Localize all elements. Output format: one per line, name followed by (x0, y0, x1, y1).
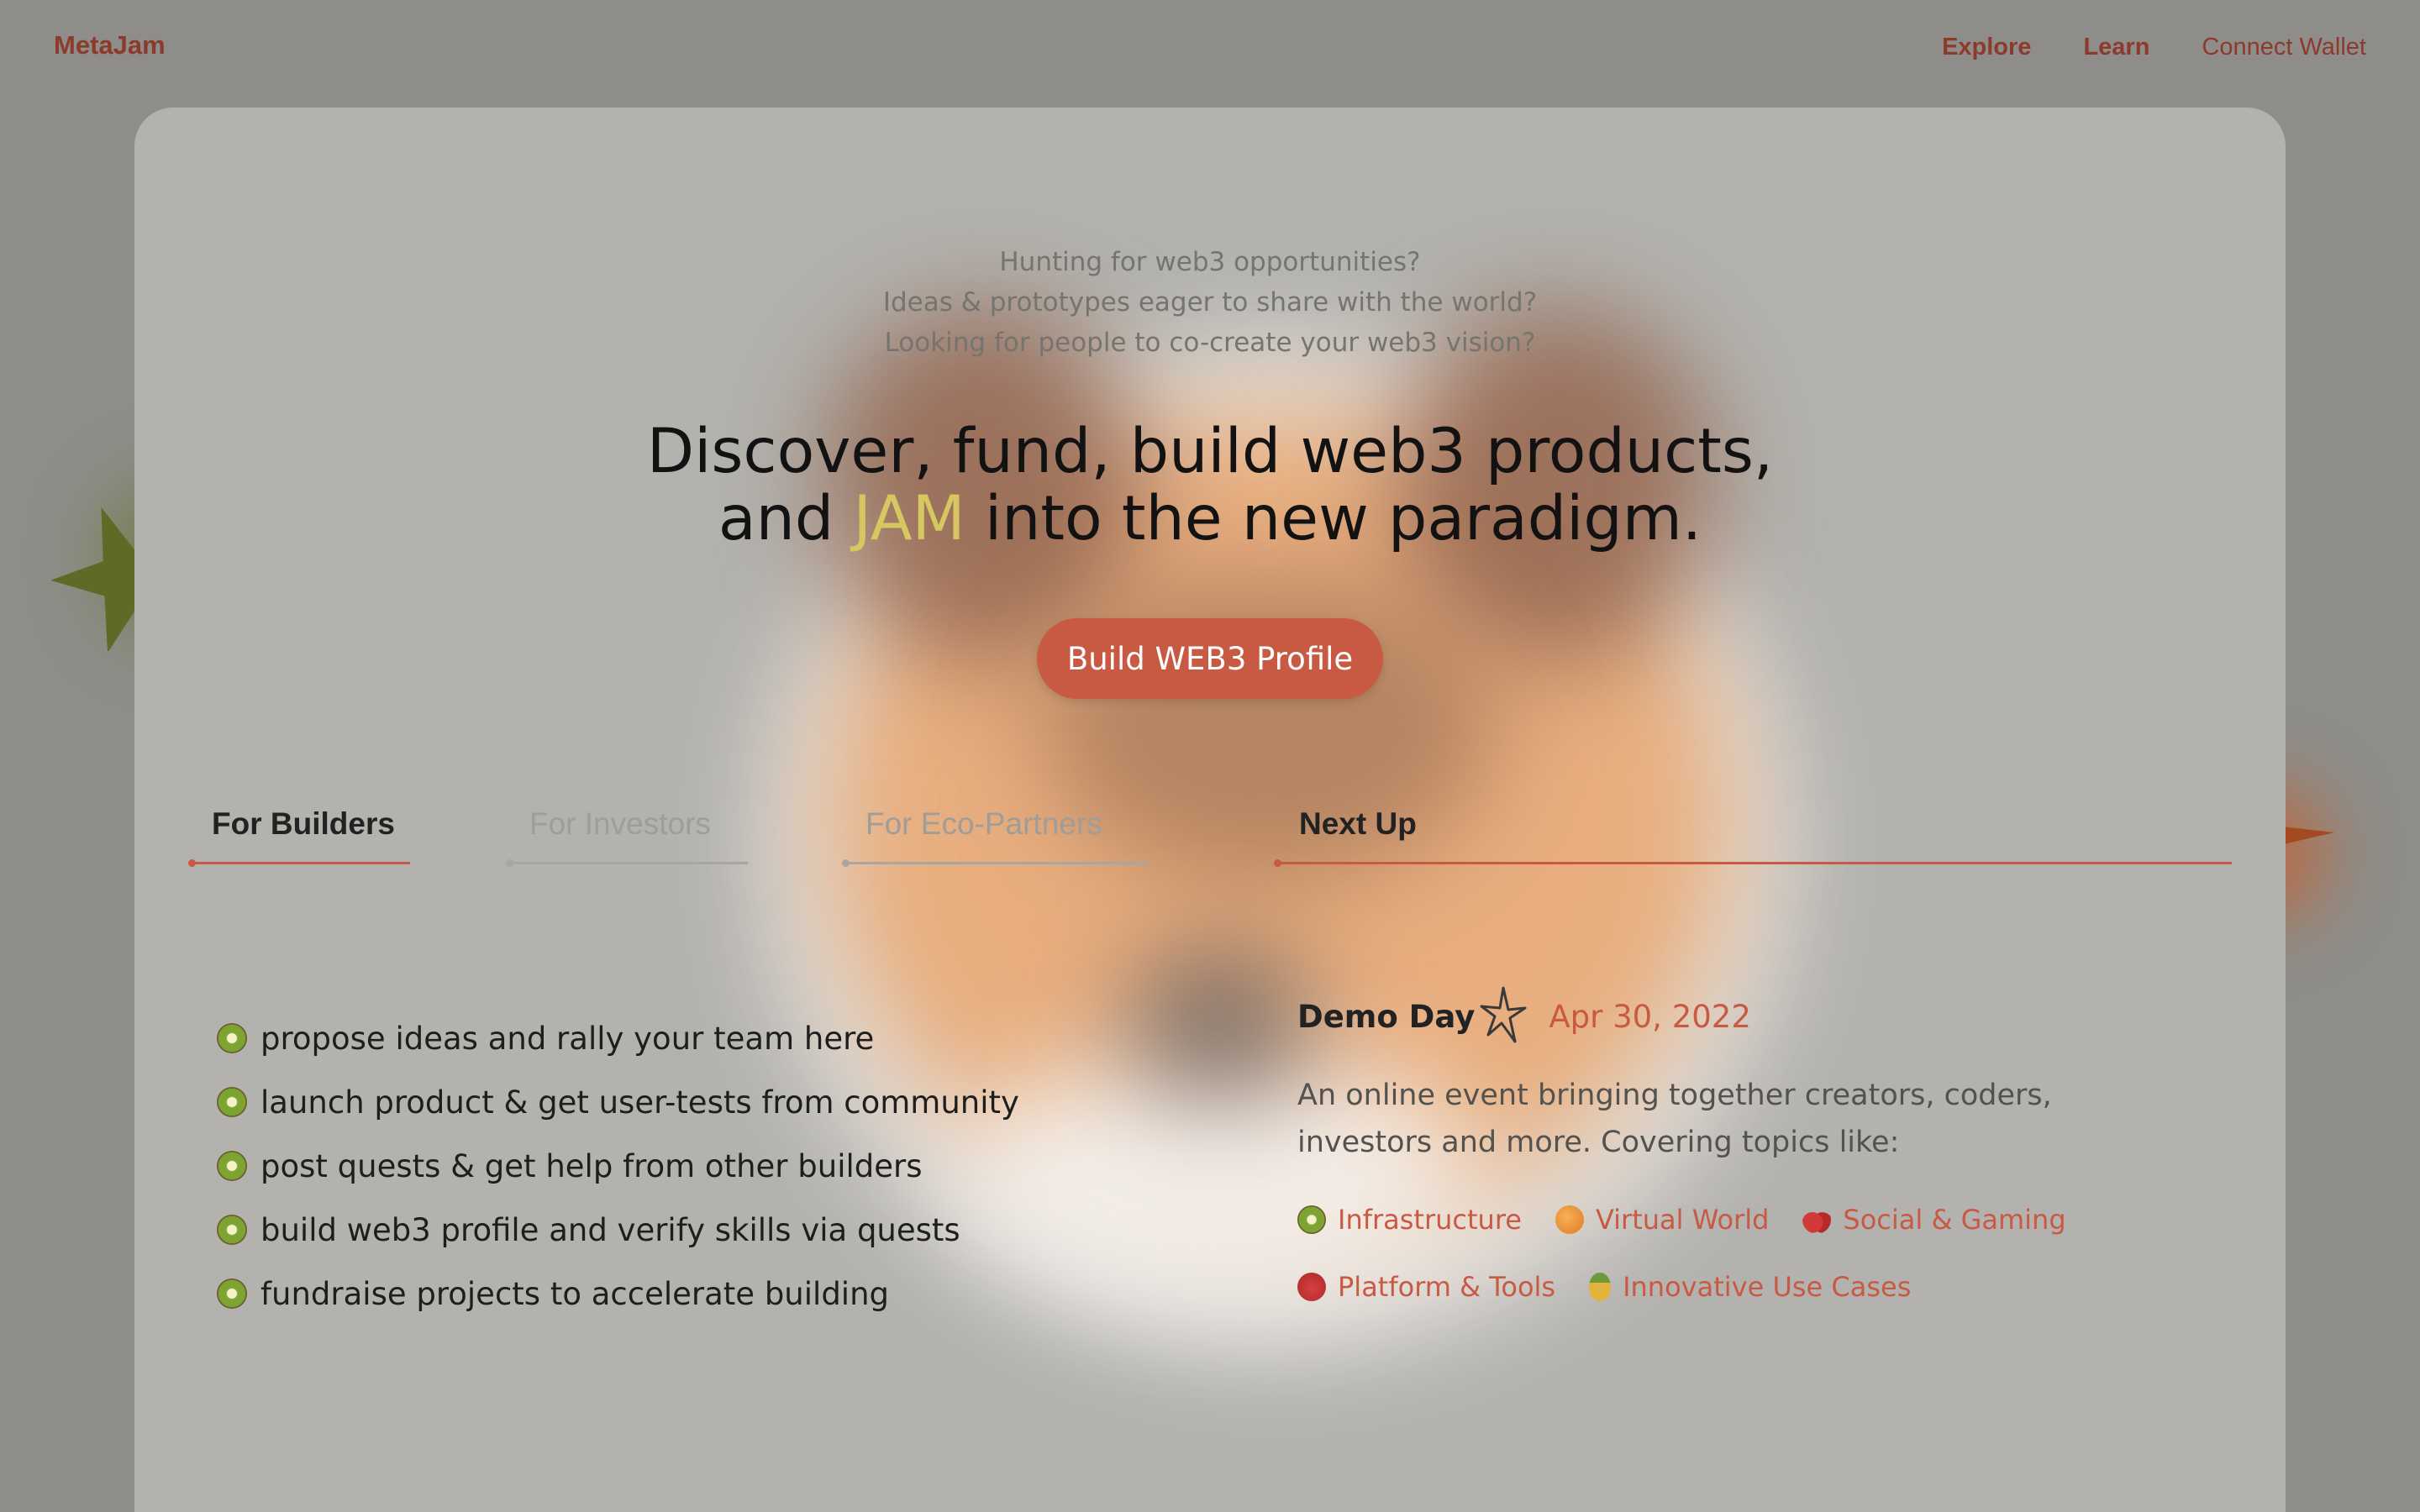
topic-label: Platform & Tools (1338, 1271, 1556, 1303)
build-profile-button[interactable]: Build WEB3 Profile (1037, 618, 1383, 699)
tab-underline (192, 862, 410, 864)
top-nav: Explore Learn Connect Wallet (1942, 34, 2366, 61)
event-name[interactable]: Demo Day (1297, 999, 1475, 1035)
topic-label: Virtual World (1595, 1204, 1770, 1236)
mascot-blur-nose (1126, 948, 1311, 1099)
brand-logo[interactable]: MetaJam (54, 30, 166, 60)
list-item-text: fundraise projects to accelerate buildin… (260, 1275, 890, 1312)
topic-label: Infrastructure (1338, 1204, 1522, 1236)
sparkle-icon (1480, 986, 1527, 1043)
hero-headline: Discover, fund, build web3 products, and… (134, 418, 2286, 553)
list-item: build web3 profile and verify skills via… (217, 1198, 1019, 1262)
topic-tags: Infrastructure Virtual World Social & Ga… (1297, 1186, 2222, 1320)
headline-line-2: and JAM into the new paradigm. (134, 486, 2286, 553)
strawberry-icon (1297, 1273, 1326, 1301)
topic-platform-tools[interactable]: Platform & Tools (1297, 1271, 1555, 1303)
kiwi-icon (217, 1087, 247, 1117)
topic-infrastructure[interactable]: Infrastructure (1297, 1204, 1522, 1236)
nav-explore-link[interactable]: Explore (1942, 34, 2031, 61)
list-item-text: build web3 profile and verify skills via… (260, 1211, 960, 1248)
topic-row: Platform & Tools Innovative Use Cases (1297, 1253, 2222, 1320)
kiwi-icon (217, 1278, 247, 1309)
subtitle-line: Ideas & prototypes eager to share with t… (882, 287, 1538, 318)
topic-label: Social & Gaming (1843, 1204, 2066, 1236)
topic-innovative-use-cases[interactable]: Innovative Use Cases (1589, 1271, 1911, 1303)
topic-label: Innovative Use Cases (1623, 1271, 1912, 1303)
list-item: fundraise projects to accelerate buildin… (217, 1262, 1019, 1326)
subtitle-line: Looking for people to co-create your web… (884, 328, 1536, 358)
event-date: Apr 30, 2022 (1549, 998, 1751, 1035)
kiwi-icon (217, 1023, 247, 1053)
tab-for-investors[interactable]: For Investors (506, 806, 748, 890)
list-item: launch product & get user-tests from com… (217, 1070, 1019, 1134)
event-description: An online event bringing together creato… (1297, 1079, 2052, 1159)
next-up-title: Next Up (1299, 806, 1417, 841)
audience-tabs: For Builders For Investors For Eco-Partn… (74, 806, 1166, 890)
topic-row: Infrastructure Virtual World Social & Ga… (1297, 1186, 2222, 1253)
next-up-underline (1277, 862, 2232, 864)
tab-label: For Investors (529, 806, 711, 841)
builders-feature-list: propose ideas and rally your team here l… (217, 1006, 1019, 1326)
jam-highlight: JAM (853, 483, 965, 554)
tab-underline (509, 862, 748, 864)
topic-social-gaming[interactable]: Social & Gaming (1802, 1204, 2066, 1236)
kiwi-icon (1297, 1205, 1326, 1234)
tab-label: For Eco-Partners (865, 806, 1102, 841)
orange-icon (1555, 1205, 1584, 1234)
tab-for-eco-partners[interactable]: For Eco-Partners (842, 806, 1148, 890)
nav-learn-link[interactable]: Learn (2083, 34, 2149, 61)
list-item-text: launch product & get user-tests from com… (260, 1084, 1019, 1121)
kiwi-icon (217, 1151, 247, 1181)
kiwi-icon (217, 1215, 247, 1245)
list-item: propose ideas and rally your team here (217, 1006, 1019, 1070)
headline-text: into the new paradigm. (965, 483, 1702, 554)
list-item: post quests & get help from other builde… (217, 1134, 1019, 1198)
tab-underline (845, 862, 1148, 864)
hero-subtitle: Hunting for web3 opportunities? Ideas & … (134, 242, 2286, 363)
list-item-text: propose ideas and rally your team here (260, 1020, 875, 1057)
list-item-text: post quests & get help from other builde… (260, 1147, 923, 1184)
tab-label: For Builders (212, 806, 395, 841)
cherry-icon (1802, 1205, 1832, 1234)
tab-for-builders[interactable]: For Builders (188, 806, 410, 890)
headline-line-1: Discover, fund, build web3 products, (646, 416, 1774, 487)
subtitle-line: Hunting for web3 opportunities? (999, 247, 1421, 277)
event-header: Demo Day Apr 30, 2022 (1297, 983, 1751, 1050)
connect-wallet-link[interactable]: Connect Wallet (2202, 34, 2366, 61)
pineapple-icon (1589, 1273, 1612, 1301)
topic-virtual-world[interactable]: Virtual World (1555, 1204, 1769, 1236)
headline-text: and (718, 483, 854, 554)
